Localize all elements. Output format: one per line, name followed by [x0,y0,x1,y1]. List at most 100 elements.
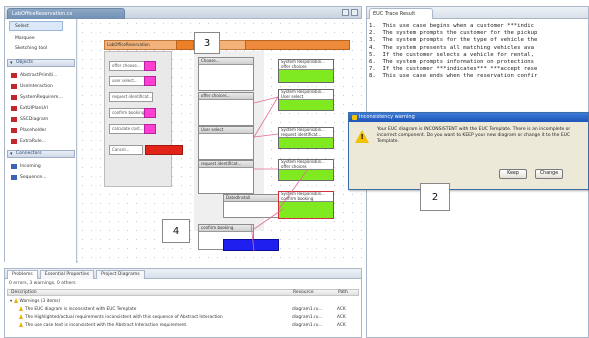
problem-row[interactable]: The use case text is inconsistent with t… [7,322,359,329]
palette-item-label: ExtUIPlanUrl [20,106,48,111]
service-item[interactable]: calculate cost... [109,124,146,134]
service-item[interactable]: user select... [109,76,146,86]
element-icon [11,128,17,133]
palette-item[interactable]: ExtUIPlanUrl [11,104,48,113]
text-line: 8. This use case ends when the reservati… [369,73,538,80]
magenta-port[interactable] [144,108,156,118]
node-title: offer choices... [199,93,253,100]
problem-row[interactable]: The EUC diagram is inconsistent with EUC… [7,306,359,313]
interaction-node[interactable]: Choose... [198,57,254,91]
dialog-message: Your EUC diagram is INCONSISTENT with th… [377,127,571,144]
palette-item[interactable]: ExtraRule... [11,137,46,146]
interaction-node[interactable]: offer choices... [198,92,254,126]
problem-resource: diagram1.ru... [292,315,323,320]
text-line: 4. The system presents all matching vehi… [369,44,535,51]
interaction-node[interactable]: DatedInstall [223,194,279,218]
service-item[interactable]: confirm booking... [109,108,146,118]
service-item[interactable]: offer choose... [109,61,146,71]
trace-result-tab[interactable]: EUC Trace Result [369,8,433,19]
interaction-node[interactable]: User select [198,126,254,160]
marquee-tool[interactable]: Marquee [15,34,35,43]
green-responsibility-node[interactable]: System Responsibili... confirm booking [278,191,334,219]
tab-project-diagrams[interactable]: Project Diagrams [96,270,145,279]
green-node-title: System Responsibili... confirm booking [279,192,333,202]
maximize-icon[interactable] [351,9,358,16]
tab-problems[interactable]: Problems [7,270,38,279]
magenta-port[interactable] [144,124,156,134]
green-responsibility-node[interactable]: System Responsibili... offer choices [278,159,334,181]
red-port[interactable] [145,145,183,155]
problem-resource: diagram1.ru... [292,307,323,312]
callout-3: 3 [194,32,220,54]
col-description[interactable]: Description [11,290,37,296]
palette: Select Marquee Sketching tool Objects Ab… [5,19,77,263]
element-icon [11,106,17,111]
green-responsibility-node[interactable]: System Responsibili... User select [278,89,334,111]
palette-item-label: UseInteraction [20,84,53,89]
element-icon [11,73,17,78]
orange-lifeline-header[interactable] [245,40,350,50]
problems-tabbar: Problems Essential Properties Project Di… [5,269,361,279]
diagram-canvas[interactable]: LabOfficeReservation offer choose... use… [78,19,362,263]
tab-essential-properties[interactable]: Essential Properties [39,270,95,279]
green-responsibility-node[interactable]: System Responsibili... offer choices [278,59,334,83]
palette-connector-label: Incoming [20,164,41,169]
text-line: 2. The system prompts the customer for t… [369,30,538,37]
keep-button[interactable]: Keep [499,169,527,179]
green-responsibility-node[interactable]: System Responsibili... request identific… [278,127,334,149]
sketching-tool[interactable]: Sketching tool [15,44,47,53]
element-icon [11,139,17,144]
palette-item-label: AbstractPrimiti... [20,73,58,78]
palette-item[interactable]: UseInteraction [11,82,53,91]
palette-item[interactable]: SystemRequirem... [11,93,63,102]
minimize-icon[interactable] [342,9,349,16]
green-node-title: System Responsibili... request identific… [279,128,333,138]
palette-item[interactable]: AbstractPrimiti... [11,71,58,80]
problem-row[interactable]: The Highlighted/actual requirements inco… [7,314,359,321]
palette-connector[interactable]: Incoming [11,162,41,171]
node-title: request identificat... [199,161,253,168]
palette-item[interactable]: SSCDiagram [11,115,48,124]
trace-tabbar: EUC Trace Result [367,7,588,19]
callout-2: 2 [420,183,450,211]
editor-window-controls [342,9,358,16]
element-icon [11,95,17,100]
warning-icon [19,322,23,327]
text-line: 5. If the customer selects a vehicle for… [369,51,535,58]
service-item[interactable]: request identificat... [109,92,153,102]
connector-icon [11,175,17,180]
warning-icon [13,298,18,303]
service-item[interactable]: Cancel... [109,145,143,155]
text-line: 6. The system prompts information on pro… [369,58,535,65]
element-icon [11,84,17,89]
magenta-port[interactable] [144,61,156,71]
col-path[interactable]: Path [338,290,348,296]
group-text: Warnings (3 items) [19,299,61,304]
node-title: User select [199,127,253,134]
trace-text[interactable]: 1. This use case begins when a customer … [369,23,588,81]
node-title: DatedInstall [224,195,278,202]
palette-item[interactable]: Placeholder [11,126,46,135]
palette-connector-label: Sequence... [20,175,47,180]
green-node-title: System Responsibili... User select [279,90,333,100]
sketching-label: Sketching tool [15,46,48,51]
problem-desc-text: The Highlighted/actual requirements inco… [25,315,223,320]
problem-desc-text: The EUC diagram is inconsistent with EUC… [25,307,137,312]
green-node-title: System Responsibili... offer choices [279,60,333,70]
palette-drawer-connectors[interactable]: Connectors [7,150,75,158]
problems-table-header: Description Resource Path [7,289,359,296]
editor-tab[interactable]: LabOfficeReservation.cs [7,8,125,19]
blue-highlight-node[interactable] [223,239,279,251]
problems-group-row[interactable]: ▾ Warnings (3 items) [7,298,359,305]
select-tool[interactable]: Select [15,22,29,31]
node-title: confirm booking [199,225,253,232]
warning-icon: ! [355,130,369,143]
interaction-node[interactable]: request identificat... [198,160,254,194]
orange-marker[interactable] [176,40,194,50]
change-button[interactable]: Change [535,169,563,179]
select-label: Select [15,24,29,29]
palette-connector[interactable]: Sequence... [11,173,47,182]
palette-drawer-objects[interactable]: Objects [7,59,75,67]
col-resource[interactable]: Resource [293,290,314,296]
magenta-port[interactable] [144,76,156,86]
